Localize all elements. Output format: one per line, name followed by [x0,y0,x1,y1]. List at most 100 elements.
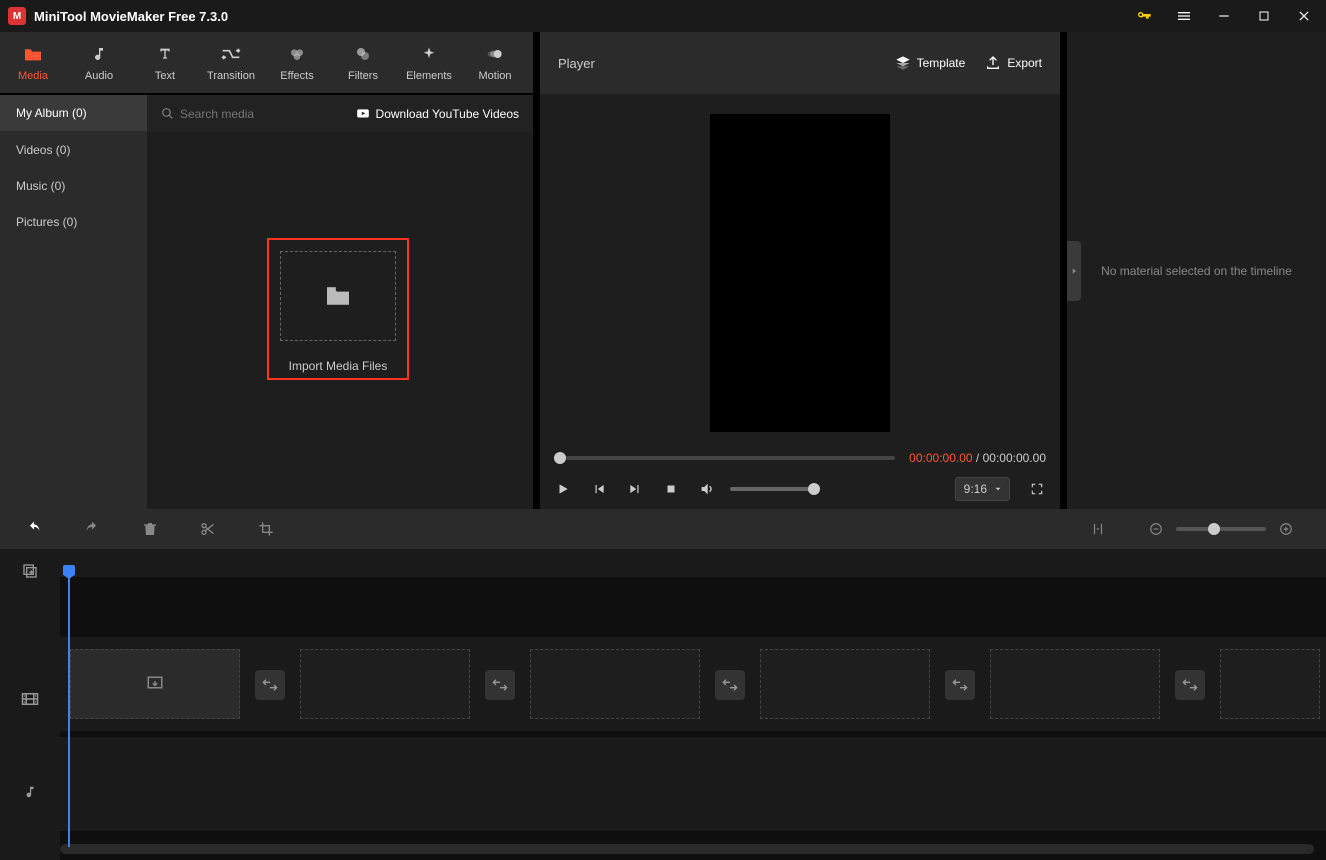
time-sep: / [973,451,983,465]
folder-icon [23,44,43,64]
delete-button[interactable] [140,519,160,539]
transition-slot[interactable] [1175,670,1205,700]
tab-text[interactable]: Text [132,32,198,93]
zoom-in-button[interactable] [1276,519,1296,539]
fit-button[interactable] [1088,519,1108,539]
redo-button[interactable] [82,519,102,539]
next-frame-button[interactable] [626,480,644,498]
sidebar-item-myalbum[interactable]: My Album (0) [0,95,147,131]
tab-label: Text [155,70,175,82]
template-label: Template [917,56,966,70]
titlebar: M MiniTool MovieMaker Free 7.3.0 [0,0,1326,32]
tab-elements[interactable]: Elements [396,32,462,93]
video-preview [710,114,890,432]
tab-transition[interactable]: Transition [198,32,264,93]
playhead[interactable] [68,567,70,847]
transition-slot[interactable] [945,670,975,700]
text-icon [155,44,175,64]
timeline-ruler[interactable] [60,549,1326,577]
tab-effects[interactable]: Effects [264,32,330,93]
app-logo: M [8,7,26,25]
clip-slot[interactable] [70,649,240,719]
filters-icon [353,44,373,64]
app-title: MiniTool MovieMaker Free 7.3.0 [34,9,1130,24]
minimize-button[interactable] [1210,2,1238,30]
aspect-ratio-select[interactable]: 9:16 [955,477,1010,501]
add-track-button[interactable] [20,561,40,581]
timeline[interactable] [0,549,1326,860]
tab-label: Transition [207,70,255,82]
seek-slider[interactable] [554,456,895,460]
search-input[interactable] [180,107,346,121]
transition-slot[interactable] [715,670,745,700]
tab-label: Filters [348,70,378,82]
motion-icon [485,44,505,64]
sparkle-icon [419,44,439,64]
panel-collapse-handle[interactable] [1067,241,1081,301]
crop-button[interactable] [256,519,276,539]
tab-label: Elements [406,70,452,82]
clip-slot[interactable] [1220,649,1320,719]
clip-slot[interactable] [300,649,470,719]
tab-label: Motion [478,70,511,82]
key-icon[interactable] [1130,2,1158,30]
music-note-icon [89,44,109,64]
audio-track-icon [20,782,40,802]
drop-here-icon [145,675,165,693]
split-button[interactable] [198,519,218,539]
player-title: Player [558,56,895,71]
folder-open-icon [324,285,352,307]
sidebar-item-videos[interactable]: Videos (0) [0,132,147,168]
transition-slot[interactable] [485,670,515,700]
tab-motion[interactable]: Motion [462,32,528,93]
fullscreen-button[interactable] [1028,480,1046,498]
chevron-down-icon [993,484,1003,494]
volume-slider[interactable] [730,487,820,491]
transition-slot[interactable] [255,670,285,700]
download-label: Download YouTube Videos [376,107,519,121]
edit-toolbar [0,509,1326,549]
volume-button[interactable] [698,480,716,498]
clip-slot[interactable] [530,649,700,719]
audio-track[interactable] [60,737,1326,831]
clip-slot[interactable] [990,649,1160,719]
ratio-value: 9:16 [964,482,987,496]
tab-audio[interactable]: Audio [66,32,132,93]
export-icon [985,55,1001,71]
menu-icon[interactable] [1170,2,1198,30]
tab-media[interactable]: Media [0,32,66,93]
stop-button[interactable] [662,480,680,498]
properties-panel: No material selected on the timeline [1067,32,1326,509]
video-track-icon [20,689,40,709]
sidebar-item-pictures[interactable]: Pictures (0) [0,204,147,240]
play-button[interactable] [554,480,572,498]
search-icon [161,107,174,120]
import-label: Import Media Files [289,359,388,373]
close-button[interactable] [1290,2,1318,30]
export-label: Export [1007,56,1042,70]
tab-label: Audio [85,70,113,82]
empty-message: No material selected on the timeline [1101,264,1292,278]
prev-frame-button[interactable] [590,480,608,498]
tab-label: Effects [280,70,313,82]
clip-slot[interactable] [760,649,930,719]
timeline-scrollbar[interactable] [60,844,1314,854]
import-media-button[interactable]: Import Media Files [267,238,409,380]
tab-filters[interactable]: Filters [330,32,396,93]
download-icon [356,108,370,120]
main-toolbar: Media Audio Text Transition Effects Filt… [0,32,533,94]
undo-button[interactable] [24,519,44,539]
layers-icon [895,55,911,71]
transition-icon [221,44,241,64]
zoom-out-button[interactable] [1146,519,1166,539]
zoom-slider[interactable] [1176,527,1266,531]
tab-label: Media [18,70,48,82]
template-button[interactable]: Template [895,55,966,71]
sidebar-item-music[interactable]: Music (0) [0,168,147,204]
export-button[interactable]: Export [985,55,1042,71]
maximize-button[interactable] [1250,2,1278,30]
time-current: 00:00:00.00 [909,451,972,465]
time-total: 00:00:00.00 [983,451,1046,465]
download-youtube-link[interactable]: Download YouTube Videos [356,107,519,121]
effects-icon [287,44,307,64]
